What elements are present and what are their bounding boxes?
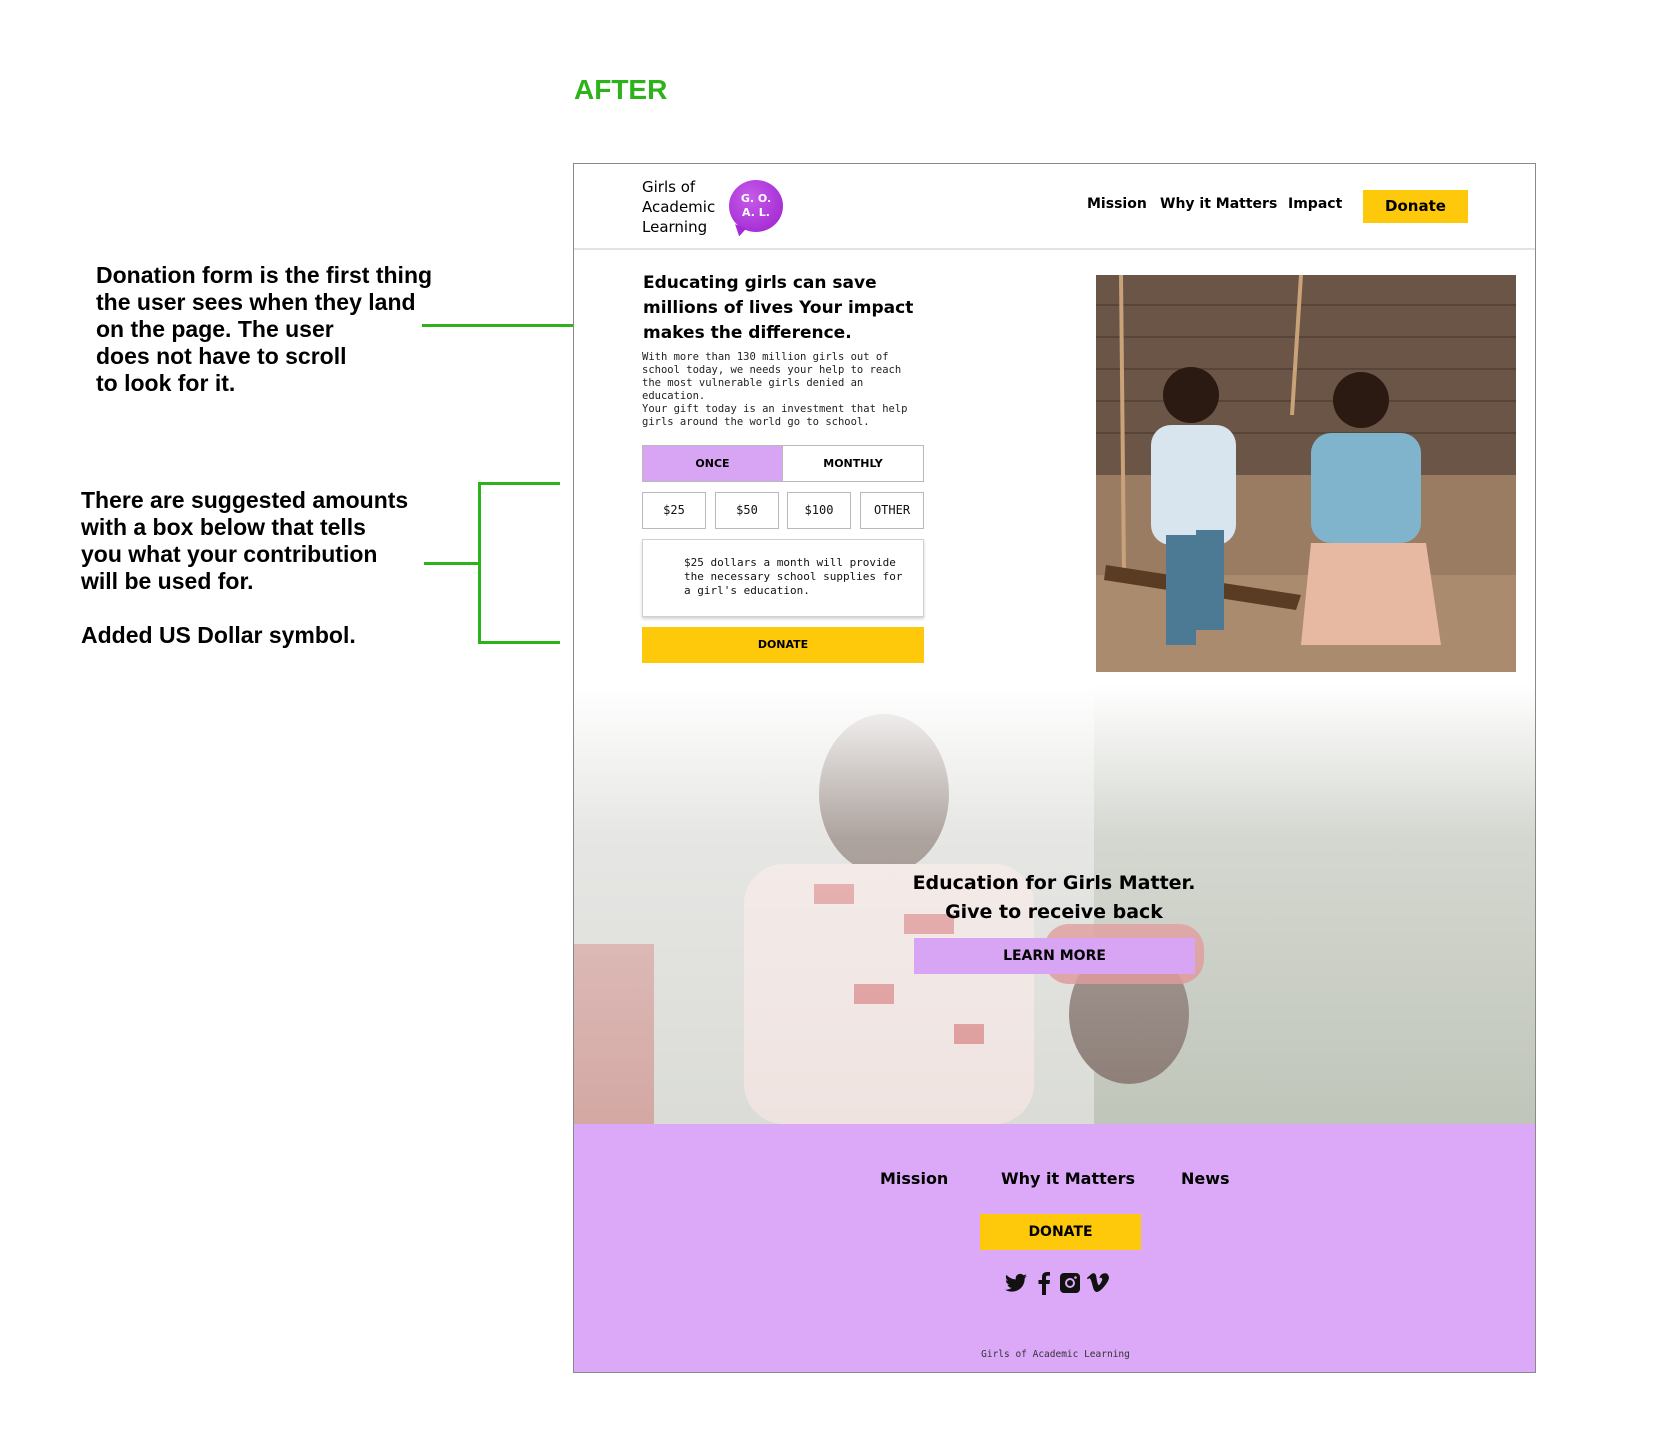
brand-line: Academic [642,198,716,216]
nav-impact[interactable]: Impact [1288,196,1342,212]
annotation-connector-line [422,324,574,327]
facebook-icon[interactable] [1032,1271,1056,1295]
footer-donate-button[interactable]: DONATE [980,1214,1141,1250]
logo-text: G. O. [740,192,772,205]
website-mockup: Girls of Academic Learning G. O. A. L. M… [573,163,1536,1373]
nav-mission[interactable]: Mission [1087,196,1147,212]
form-donate-button[interactable]: DONATE [642,627,924,663]
annotation-bracket-bottom [478,641,560,644]
annotation-dollar-symbol: Added US Dollar symbol. [81,622,356,648]
section-title-line: Give to receive back [945,901,1163,923]
annotation-bracket-top [478,482,560,485]
instagram-icon[interactable] [1058,1271,1082,1295]
education-section: Education for Girls Matter. Give to rece… [574,684,1535,1124]
brand-name[interactable]: Girls of Academic Learning [642,177,715,237]
frequency-monthly-tab[interactable]: MONTHLY [782,445,924,482]
amount-50-button[interactable]: $50 [715,492,779,529]
brand-line: Girls of [642,178,696,196]
amount-25-button[interactable]: $25 [642,492,706,529]
amount-other-button[interactable]: OTHER [860,492,924,529]
frequency-once-tab[interactable]: ONCE [642,445,783,482]
hero-title: Educating girls can save millions of liv… [643,273,914,343]
site-header: Girls of Academic Learning G. O. A. L. M… [574,164,1535,250]
header-donate-button[interactable]: Donate [1363,190,1468,223]
footer-link-why-it-matters[interactable]: Why it Matters [1001,1169,1135,1188]
amount-100-button[interactable]: $100 [787,492,851,529]
annotation-donation-form: Donation form is the first thing the use… [96,262,433,396]
logo-text: A. L. [742,206,770,219]
footer-copyright: Girls of Academic Learning [981,1349,1130,1360]
contribution-info-box: $25 dollars a month will provide the nec… [642,539,924,617]
annotation-suggested-amounts: There are suggested amounts with a box b… [81,487,409,594]
site-footer: Mission Why it Matters News DONATE Girls… [574,1124,1535,1372]
hero-paragraph: With more than 130 million girls out of … [642,351,902,402]
brand-line: Learning [642,218,708,236]
goal-logo[interactable]: G. O. A. L. [729,180,783,232]
twitter-icon[interactable] [1004,1271,1028,1295]
footer-link-news[interactable]: News [1181,1169,1230,1188]
nav-why-it-matters[interactable]: Why it Matters [1160,196,1277,212]
vimeo-icon[interactable] [1086,1271,1110,1295]
learn-more-button[interactable]: LEARN MORE [914,938,1195,974]
hero-paragraph: Your gift today is an investment that he… [642,403,908,428]
children-on-swing-photo [1096,275,1516,672]
annotation-bracket-stem [424,562,480,565]
section-title: Education for Girls Matter. Give to rece… [854,869,1254,927]
after-heading: AFTER [574,74,668,105]
section-title-line: Education for Girls Matter. [912,872,1196,894]
footer-link-mission[interactable]: Mission [880,1169,948,1188]
